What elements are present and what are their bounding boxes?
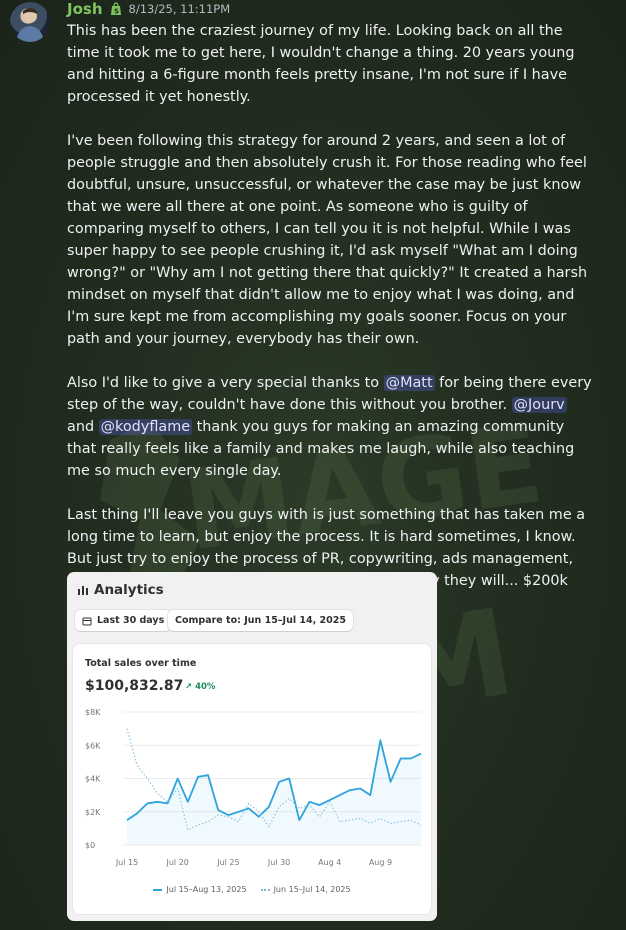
mention-kodyflame[interactable]: @kodyflame (98, 419, 193, 435)
x-tick-label: Jul 25 (216, 858, 239, 867)
compare-button[interactable]: Compare to: Jun 15–Jul 14, 2025 (168, 610, 353, 631)
avatar[interactable] (10, 2, 50, 42)
x-tick-label: Jul 15 (115, 858, 138, 867)
message-paragraph: This has been the craziest journey of my… (67, 23, 575, 105)
timestamp: 8/13/25, 11:11PM (128, 2, 231, 16)
legend-swatch-solid (153, 888, 163, 891)
legend-swatch-dotted (260, 888, 270, 891)
legend-previous-label: Jun 15–Jul 14, 2025 (273, 885, 351, 894)
analytics-image[interactable]: Analytics Last 30 days Compare to: Jun 1… (67, 572, 437, 921)
y-tick-label: $2K (85, 808, 101, 817)
y-tick-label: $4K (85, 775, 101, 784)
x-tick-label: Aug 4 (318, 858, 341, 867)
message-text: and (67, 419, 99, 435)
legend-current-label: Jul 15–Aug 13, 2025 (166, 885, 247, 894)
message-paragraph: I've been following this strategy for ar… (67, 133, 588, 347)
date-range-label: Last 30 days (97, 615, 165, 626)
analytics-title: Analytics (94, 582, 164, 598)
sales-panel: Total sales over time $100,832.87 ↗ 40% … (73, 644, 431, 914)
chart-legend: Jul 15–Aug 13, 2025 Jun 15–Jul 14, 2025 (73, 885, 431, 894)
y-tick-label: $0 (85, 841, 95, 850)
y-tick-label: $8K (85, 708, 101, 717)
x-tick-label: Aug 9 (369, 858, 392, 867)
compare-label: Compare to: Jun 15–Jul 14, 2025 (175, 615, 346, 626)
username[interactable]: Josh (67, 0, 103, 18)
sales-line-chart: $8K $6K $4K $2K $0 Jul 15 Jul 20 Jul 25 Jul 30 Au… (85, 708, 422, 867)
message-paragraph: Also I'd like to give a very special tha… (67, 372, 597, 482)
message-body: This has been the craziest journey of my… (67, 20, 597, 637)
shopping-bag-icon: S (109, 2, 123, 16)
legend-current: Jul 15–Aug 13, 2025 (153, 885, 247, 894)
date-range-button[interactable]: Last 30 days (75, 610, 172, 631)
mention-matt[interactable]: @Matt (383, 375, 435, 391)
calendar-icon (82, 617, 92, 625)
legend-previous: Jun 15–Jul 14, 2025 (260, 885, 351, 894)
x-tick-label: Jul 20 (166, 858, 189, 867)
mention-jourv[interactable]: @Jourv (511, 397, 567, 413)
analytics-header: Analytics (77, 582, 164, 598)
message-text: Also I'd like to give a very special tha… (67, 375, 384, 391)
y-tick-label: $6K (85, 741, 101, 750)
x-tick-label: Jul 30 (267, 858, 290, 867)
message-header: Josh S 8/13/25, 11:11PM (67, 0, 230, 18)
svg-text:S: S (114, 8, 119, 16)
bar-chart-icon (78, 586, 88, 595)
